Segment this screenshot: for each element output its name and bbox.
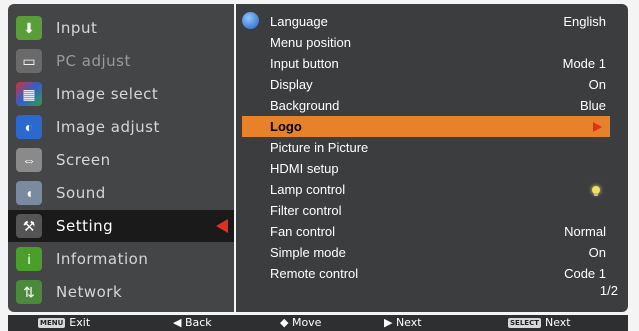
exit-label: Exit: [69, 316, 91, 329]
menu-item-label: Network: [56, 283, 123, 301]
next-arrow-hint: ▶ Next: [384, 316, 422, 329]
menu-item-setting[interactable]: ⚒ Setting: [8, 210, 234, 242]
setting-row-simple-mode[interactable]: Simple mode On: [242, 242, 610, 263]
menu-item-image-select[interactable]: ▦ Image select: [8, 78, 234, 110]
setting-row-input-button[interactable]: Input button Mode 1: [242, 53, 610, 74]
page-indicator: 1/2: [599, 283, 618, 298]
setting-row-background[interactable]: Background Blue: [242, 95, 610, 116]
setting-row-hdmi-setup[interactable]: HDMI setup: [242, 158, 610, 179]
setting-name: Fan control: [270, 224, 336, 239]
setting-value: English: [563, 14, 606, 29]
menu-item-label: Image adjust: [56, 118, 160, 136]
category-menu: ⬇ Input ▭ PC adjust ▦ Image select ◐ Ima…: [8, 4, 234, 312]
setting-value: Blue: [579, 98, 606, 113]
next-arrow-label: ▶ Next: [384, 316, 422, 329]
menu-item-screen[interactable]: ⇔ Screen: [8, 144, 234, 176]
menu-item-network[interactable]: ⇅ Network: [8, 276, 234, 308]
setting-name: Filter control: [270, 203, 342, 218]
information-icon: i: [16, 247, 42, 271]
menu-key-icon: MENU: [38, 317, 66, 328]
setting-name: Display: [270, 77, 313, 92]
menu-item-sound[interactable]: ◖ Sound: [8, 177, 234, 209]
menu-item-label: Sound: [56, 184, 106, 202]
menu-item-information[interactable]: i Information: [8, 243, 234, 275]
setting-value: Code 1: [564, 266, 606, 281]
setting-value: Mode 1: [562, 56, 606, 71]
menu-item-label: Setting: [56, 217, 114, 235]
setting-name: Background: [270, 98, 340, 113]
next-label: Next: [544, 316, 571, 329]
setting-name: Lamp control: [270, 182, 346, 197]
menu-item-label: Input: [56, 19, 98, 37]
select-next-hint: SELECT Next: [508, 316, 571, 329]
setting-name: Menu position: [270, 35, 351, 50]
sound-icon: ◖: [16, 181, 42, 205]
image-select-icon: ▦: [16, 82, 42, 106]
select-key-icon: SELECT: [508, 317, 541, 328]
setting-name: Input button: [270, 56, 339, 71]
setting-name: Logo: [270, 119, 302, 134]
setting-row-logo[interactable]: Logo: [242, 116, 610, 137]
move-label: ◆ Move: [280, 316, 322, 329]
setting-row-display[interactable]: Display On: [242, 74, 610, 95]
menu-item-label: Image select: [56, 85, 159, 103]
menu-item-label: Information: [56, 250, 149, 268]
setting-row-menu-position[interactable]: Menu position: [242, 32, 610, 53]
setting-row-fan-control[interactable]: Fan control Normal: [242, 221, 610, 242]
pc-adjust-icon: ▭: [16, 49, 42, 73]
image-adjust-icon: ◐: [16, 115, 42, 139]
menu-item-input[interactable]: ⬇ Input: [8, 12, 234, 44]
back-hint: ◀ Back: [173, 316, 212, 329]
setting-name: Remote control: [270, 266, 359, 281]
setting-row-filter-control[interactable]: Filter control: [242, 200, 610, 221]
navigation-hint-bar: MENU Exit ◀ Back ◆ Move ▶ Next SELECT Ne…: [8, 315, 628, 331]
input-icon: ⬇: [16, 16, 42, 40]
setting-value: On: [588, 245, 606, 260]
screen-icon: ⇔: [16, 148, 42, 172]
setting-name: Simple mode: [270, 245, 346, 260]
move-hint: ◆ Move: [280, 316, 321, 329]
setting-row-remote-control[interactable]: Remote control Code 1: [242, 263, 610, 284]
menu-item-label: PC adjust: [56, 52, 131, 70]
setting-value: Normal: [564, 224, 606, 239]
menu-item-image-adjust[interactable]: ◐ Image adjust: [8, 111, 234, 143]
projector-osd-menu: ⬇ Input ▭ PC adjust ▦ Image select ◐ Ima…: [0, 0, 639, 331]
network-icon: ⇅: [16, 280, 42, 304]
setting-value: On: [588, 77, 606, 92]
submenu-arrow-icon: [593, 121, 602, 132]
lamp-bulb-icon: [592, 185, 600, 196]
setting-row-language[interactable]: Language English: [242, 11, 610, 32]
selection-arrow-icon: [216, 219, 228, 233]
exit-hint: MENU Exit: [38, 316, 90, 329]
setting-row-lamp-control[interactable]: Lamp control: [242, 179, 610, 200]
setting-row-picture-in-picture[interactable]: Picture in Picture: [242, 137, 610, 158]
setting-name: Picture in Picture: [270, 140, 369, 155]
setting-icon: ⚒: [16, 214, 42, 238]
menu-item-label: Screen: [56, 151, 111, 169]
settings-panel: Language English Menu position Input but…: [236, 4, 628, 312]
menu-item-pc-adjust[interactable]: ▭ PC adjust: [8, 45, 234, 77]
setting-name: Language: [270, 14, 328, 29]
back-label: ◀ Back: [173, 316, 212, 329]
setting-name: HDMI setup: [270, 161, 339, 176]
